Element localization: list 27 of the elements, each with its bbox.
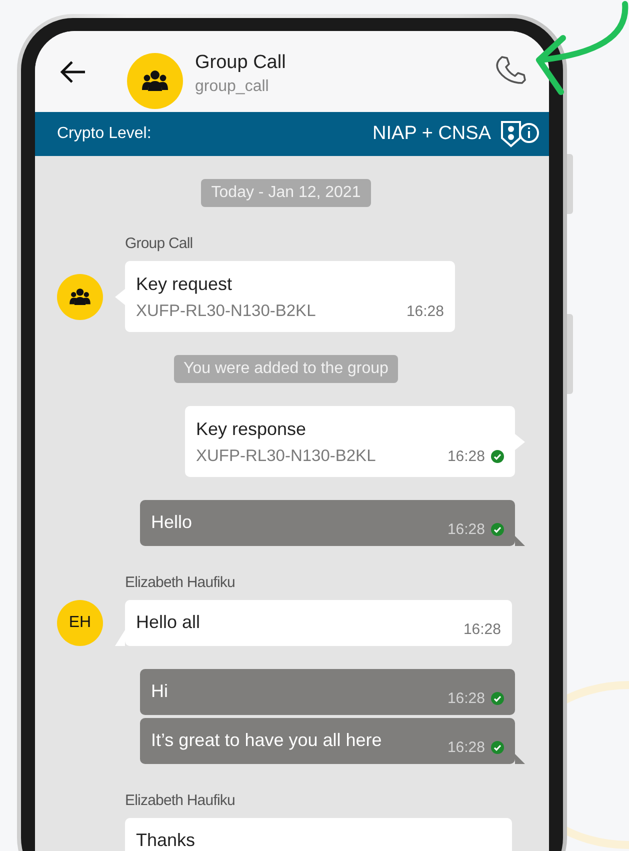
- bubble-tail-icon: [515, 754, 525, 764]
- date-chip: Today - Jan 12, 2021: [201, 179, 371, 207]
- crypto-level-value: NIAP + CNSA: [372, 123, 491, 145]
- sender-name: Elizabeth Haufiku: [125, 574, 236, 591]
- message-bubble: It’s great to have you all here 16:28: [140, 718, 515, 764]
- phone-call-icon[interactable]: [495, 54, 527, 86]
- back-arrow-icon[interactable]: [59, 60, 87, 84]
- crypto-level-label: Crypto Level:: [57, 125, 152, 143]
- group-icon: [68, 286, 92, 306]
- message-bubble: Key request XUFP-RL30-N130-B2KL 16:28: [125, 261, 455, 332]
- message-bubble: Hi 16:28: [140, 669, 515, 715]
- sender-name: Elizabeth Haufiku: [125, 792, 236, 809]
- system-message: You were added to the group: [174, 355, 398, 383]
- message-bubble: Hello 16:28: [140, 500, 515, 546]
- message-bubble: Key response XUFP-RL30-N130-B2KL 16:28: [185, 406, 515, 477]
- shield-info-icon[interactable]: [499, 120, 541, 148]
- chat-title: Group Call: [195, 52, 287, 74]
- bubble-tail-icon: [515, 536, 525, 546]
- bubble-tail-icon: [115, 288, 125, 304]
- message-bubble: Hello all 16:28: [125, 600, 512, 646]
- chat-subtitle: group_call: [195, 78, 270, 96]
- bubble-tail-icon: [115, 630, 125, 646]
- bubble-tail-icon: [515, 434, 525, 450]
- message-bubble: Thanks: [125, 818, 512, 851]
- group-icon: [140, 68, 170, 92]
- initials-avatar: EH: [57, 600, 103, 646]
- sender-name: Group Call: [125, 235, 194, 252]
